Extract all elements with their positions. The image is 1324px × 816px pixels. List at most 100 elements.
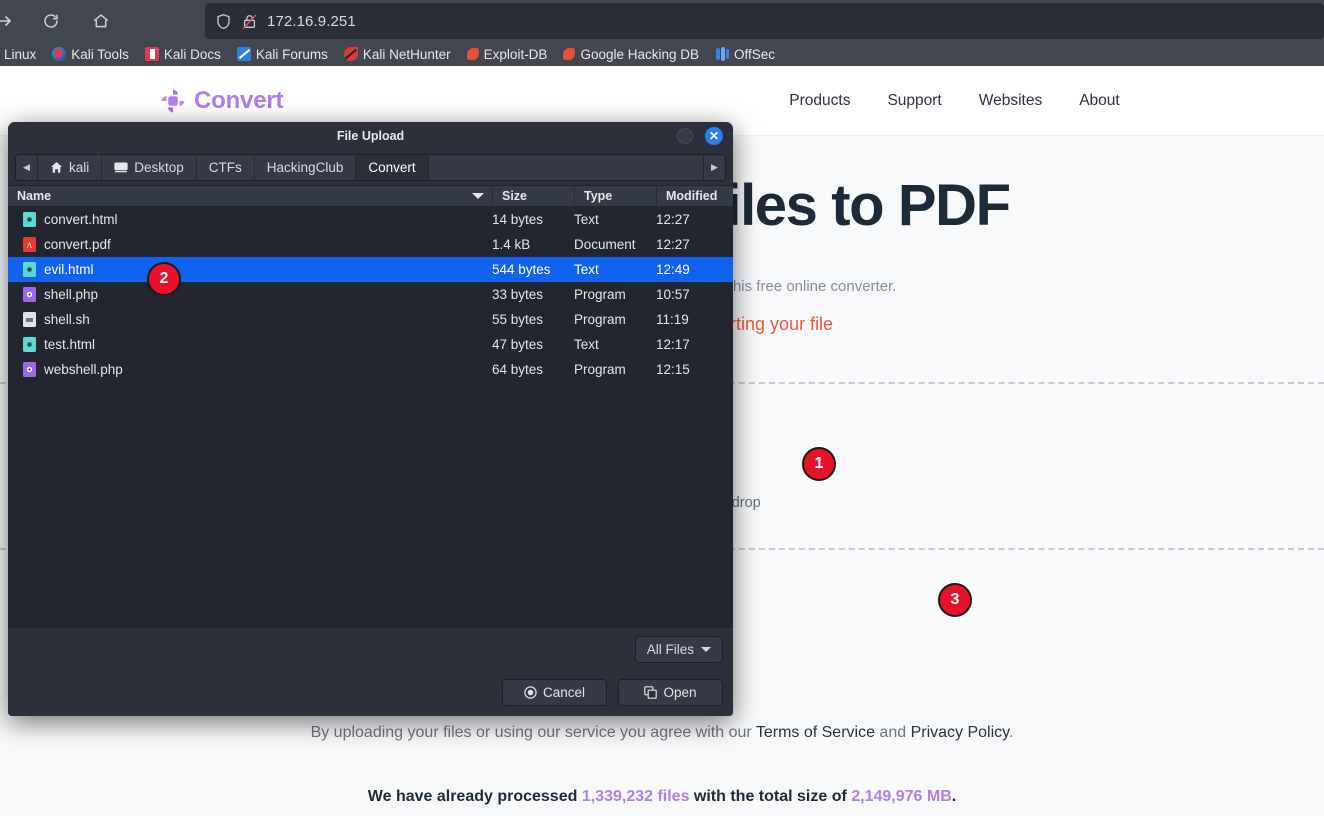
file-row-webshell-php[interactable]: webshell.php 64 bytes Program 12:15 [8,357,733,382]
file-row-shell-sh[interactable]: shell.sh 55 bytes Program 11:19 [8,307,733,332]
bookmark-kali-nethunter[interactable]: Kali NetHunter [336,42,459,66]
bookmark-label: Kali Forums [255,46,328,62]
bookmark-label: Kali NetHunter [362,46,451,62]
desktop-icon [114,161,128,174]
exploit-db-icon [466,48,479,60]
stats-files-count: 1,339,232 files [581,788,690,805]
nav-link-websites[interactable]: Websites [979,92,1042,110]
home-icon [50,161,63,174]
step-badge-1: 1 [802,447,836,481]
reload-icon[interactable] [34,4,68,38]
bookmark-offsec[interactable]: OffSec [707,42,783,66]
file-modified: 11:19 [656,312,689,327]
minimize-button[interactable] [677,128,693,144]
dialog-titlebar[interactable]: File Upload ✕ [8,122,733,150]
file-size: 33 bytes [492,287,544,302]
column-header-name[interactable]: Name [8,185,492,207]
column-header-type[interactable]: Type [574,185,656,207]
sort-descending-icon[interactable] [472,193,484,199]
column-header-size[interactable]: Size [492,185,574,207]
file-filter-select[interactable]: All Files [634,636,723,663]
nav-link-products[interactable]: Products [789,92,850,110]
breadcrumb-item-desktop[interactable]: Desktop [102,155,197,180]
convert-logo-icon [160,88,186,114]
svg-text:A: A [27,241,33,250]
cancel-button[interactable]: Cancel [502,679,607,706]
bookmark-kali-docs[interactable]: Kali Docs [137,42,229,66]
file-type: Text [574,337,599,352]
breadcrumb-label: Convert [368,160,416,175]
open-icon [644,686,658,699]
forward-arrow-icon[interactable] [0,4,22,38]
privacy-policy-link[interactable]: Privacy Policy [911,724,1009,741]
breadcrumb-label: CTFs [208,160,242,175]
file-upload-dialog: File Upload ✕ ◀ kali Desktop CTFs Hackin… [8,122,733,716]
breadcrumb-item-hackingclub[interactable]: HackingClub [254,155,357,180]
breadcrumb-scroll-right-icon[interactable]: ▶ [703,155,725,180]
breadcrumb-item-kali[interactable]: kali [38,155,103,180]
dialog-action-row: Cancel Open [18,679,723,706]
file-row-evil-html[interactable]: evil.html 544 bytes Text 12:49 [8,257,733,282]
url-bar[interactable]: 172.16.9.251 [205,3,1324,39]
url-text: 172.16.9.251 [267,12,356,30]
bookmark-google-hacking-db[interactable]: Google Hacking DB [555,42,707,66]
stats-suffix: . [951,788,957,805]
bookmark-kali-tools[interactable]: Kali Tools [44,42,137,66]
legal-prefix: By uploading your files or using our ser… [310,724,756,741]
breadcrumb-item-convert[interactable]: Convert [356,155,429,180]
breadcrumb-label: Desktop [134,160,184,175]
bookmark-linux[interactable]: Linux [0,42,44,66]
file-type: Document [574,237,636,252]
file-row-test-html[interactable]: test.html 47 bytes Text 12:17 [8,332,733,357]
file-size: 64 bytes [492,362,544,377]
file-modified: 10:57 [656,287,690,302]
file-row-convert-pdf[interactable]: A convert.pdf 1.4 kB Document 12:27 [8,232,733,257]
stats-prefix: We have already processed [367,788,582,805]
step-badge-2: 2 [147,262,181,296]
nav-link-about[interactable]: About [1079,92,1120,110]
terms-of-service-link[interactable]: Terms of Service [756,724,875,741]
legal-suffix: . [1008,724,1014,741]
browser-navigation-toolbar: 172.16.9.251 [0,0,1324,42]
stats-middle: with the total size of [689,788,852,805]
close-icon[interactable]: ✕ [705,127,723,145]
open-button[interactable]: Open [618,679,723,706]
breadcrumb-label: HackingClub [266,160,344,175]
file-row-convert-html[interactable]: convert.html 14 bytes Text 12:27 [8,207,733,232]
file-size: 55 bytes [492,312,544,327]
file-list[interactable]: convert.html 14 bytes Text 12:27 A conve… [8,207,733,628]
file-name-cell: shell.php [8,287,492,302]
file-modified: 12:27 [656,212,690,227]
bookmark-label: Kali Tools [71,46,129,62]
breadcrumb-item-ctfs[interactable]: CTFs [196,155,255,180]
file-modified: 12:17 [656,337,690,352]
file-type: Program [574,362,626,377]
file-filter-row: All Files [18,636,723,663]
open-button-label: Open [663,685,697,700]
file-row-shell-php[interactable]: shell.php 33 bytes Program 10:57 [8,282,733,307]
file-modified: 12:49 [656,262,690,277]
bookmark-label: Kali Docs [163,46,221,62]
file-name-cell: webshell.php [8,362,492,377]
bookmark-exploit-db[interactable]: Exploit-DB [459,42,556,66]
kali-tools-icon [52,47,67,61]
cancel-icon [524,686,537,699]
file-size: 1.4 kB [492,237,531,252]
file-name-cell: convert.html [8,212,492,227]
home-icon[interactable] [84,4,118,38]
bookmark-kali-forums[interactable]: Kali Forums [229,42,336,66]
file-type: Program [574,312,626,327]
column-header-modified[interactable]: Modified [656,185,733,207]
bookmarks-bar: Linux Kali Tools Kali Docs Kali Forums K… [0,42,1324,66]
brand-name: Convert [194,86,284,114]
file-name: convert.html [44,212,118,227]
chevron-down-icon [701,647,711,652]
site-logo[interactable]: Convert [160,87,283,115]
file-modified: 12:27 [656,237,690,252]
lock-crossed-icon[interactable] [241,13,258,30]
breadcrumb-label: kali [69,160,90,175]
file-name: evil.html [44,262,94,277]
nav-link-support[interactable]: Support [887,92,941,110]
breadcrumb-scroll-left-icon[interactable]: ◀ [16,155,38,180]
shield-icon[interactable] [215,13,232,30]
